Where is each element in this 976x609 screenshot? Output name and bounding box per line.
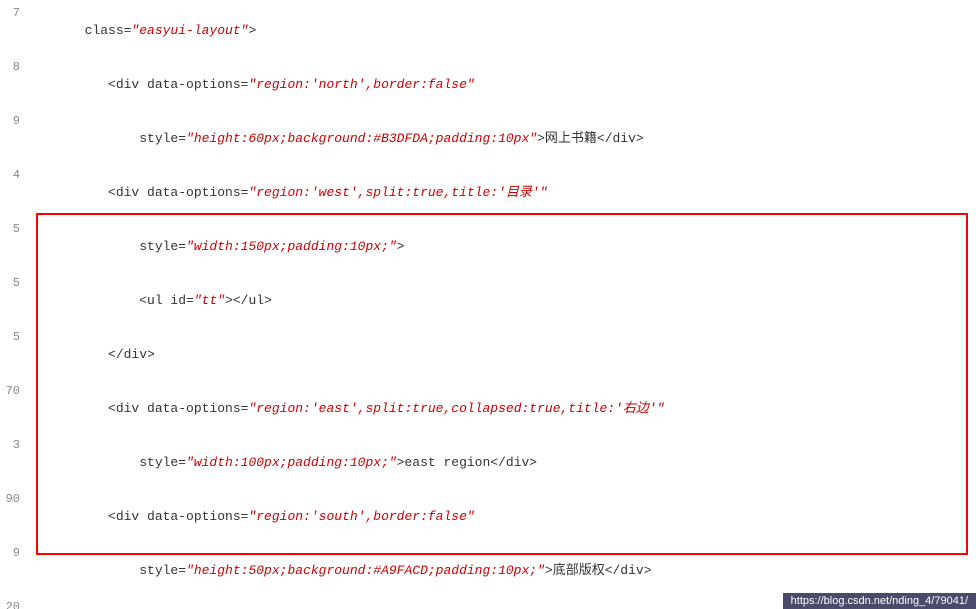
line-number: 4 — [0, 166, 28, 184]
code-line: 90 <div data-options="region:'south',bor… — [0, 490, 976, 544]
code-line: 70 <div data-options="region:'east',spli… — [0, 382, 976, 436]
line-content: style="height:60px;background:#B3DFDA;pa… — [28, 112, 976, 166]
line-content: <ul id="tt"></ul> — [28, 274, 976, 328]
line-content: <div data-options="region:'east',split:t… — [28, 382, 976, 436]
code-line: 9 style="height:60px;background:#B3DFDA;… — [0, 112, 976, 166]
code-line: 7 class="easyui-layout"> — [0, 4, 976, 58]
code-line: 5 <ul id="tt"></ul> — [0, 274, 976, 328]
line-content: class="easyui-layout"> — [28, 4, 976, 58]
line-number: 90 — [0, 490, 28, 508]
line-number: 7 — [0, 4, 28, 22]
line-number: 20 — [0, 598, 28, 609]
line-number: 70 — [0, 382, 28, 400]
line-number: 5 — [0, 274, 28, 292]
bottom-bar: https://blog.csdn.net/nding_4/79041/ — [783, 593, 976, 609]
line-content: </div> — [28, 328, 976, 382]
bottom-bar-url: https://blog.csdn.net/nding_4/79041/ — [791, 595, 968, 607]
code-line: 9 style="height:50px;background:#A9FACD;… — [0, 544, 976, 598]
code-line: 5 </div> — [0, 328, 976, 382]
code-line: 5 style="width:150px;padding:10px;"> — [0, 220, 976, 274]
line-number: 5 — [0, 220, 28, 238]
line-content: style="width:150px;padding:10px;"> — [28, 220, 976, 274]
line-content: style="width:100px;padding:10px;">east r… — [28, 436, 976, 490]
line-number: 9 — [0, 544, 28, 562]
line-content: <div data-options="region:'south',border… — [28, 490, 976, 544]
code-container: 7 class="easyui-layout"> 8 <div data-opt… — [0, 0, 976, 609]
line-content: style="height:50px;background:#A9FACD;pa… — [28, 544, 976, 598]
line-content: <div data-options="region:'north',border… — [28, 58, 976, 112]
line-number: 5 — [0, 328, 28, 346]
code-line: 8 <div data-options="region:'north',bord… — [0, 58, 976, 112]
code-line: 4 <div data-options="region:'west',split… — [0, 166, 976, 220]
line-number: 8 — [0, 58, 28, 76]
code-line: 3 style="width:100px;padding:10px;">east… — [0, 436, 976, 490]
line-number: 9 — [0, 112, 28, 130]
line-content: <div data-options="region:'west',split:t… — [28, 166, 976, 220]
line-number: 3 — [0, 436, 28, 454]
